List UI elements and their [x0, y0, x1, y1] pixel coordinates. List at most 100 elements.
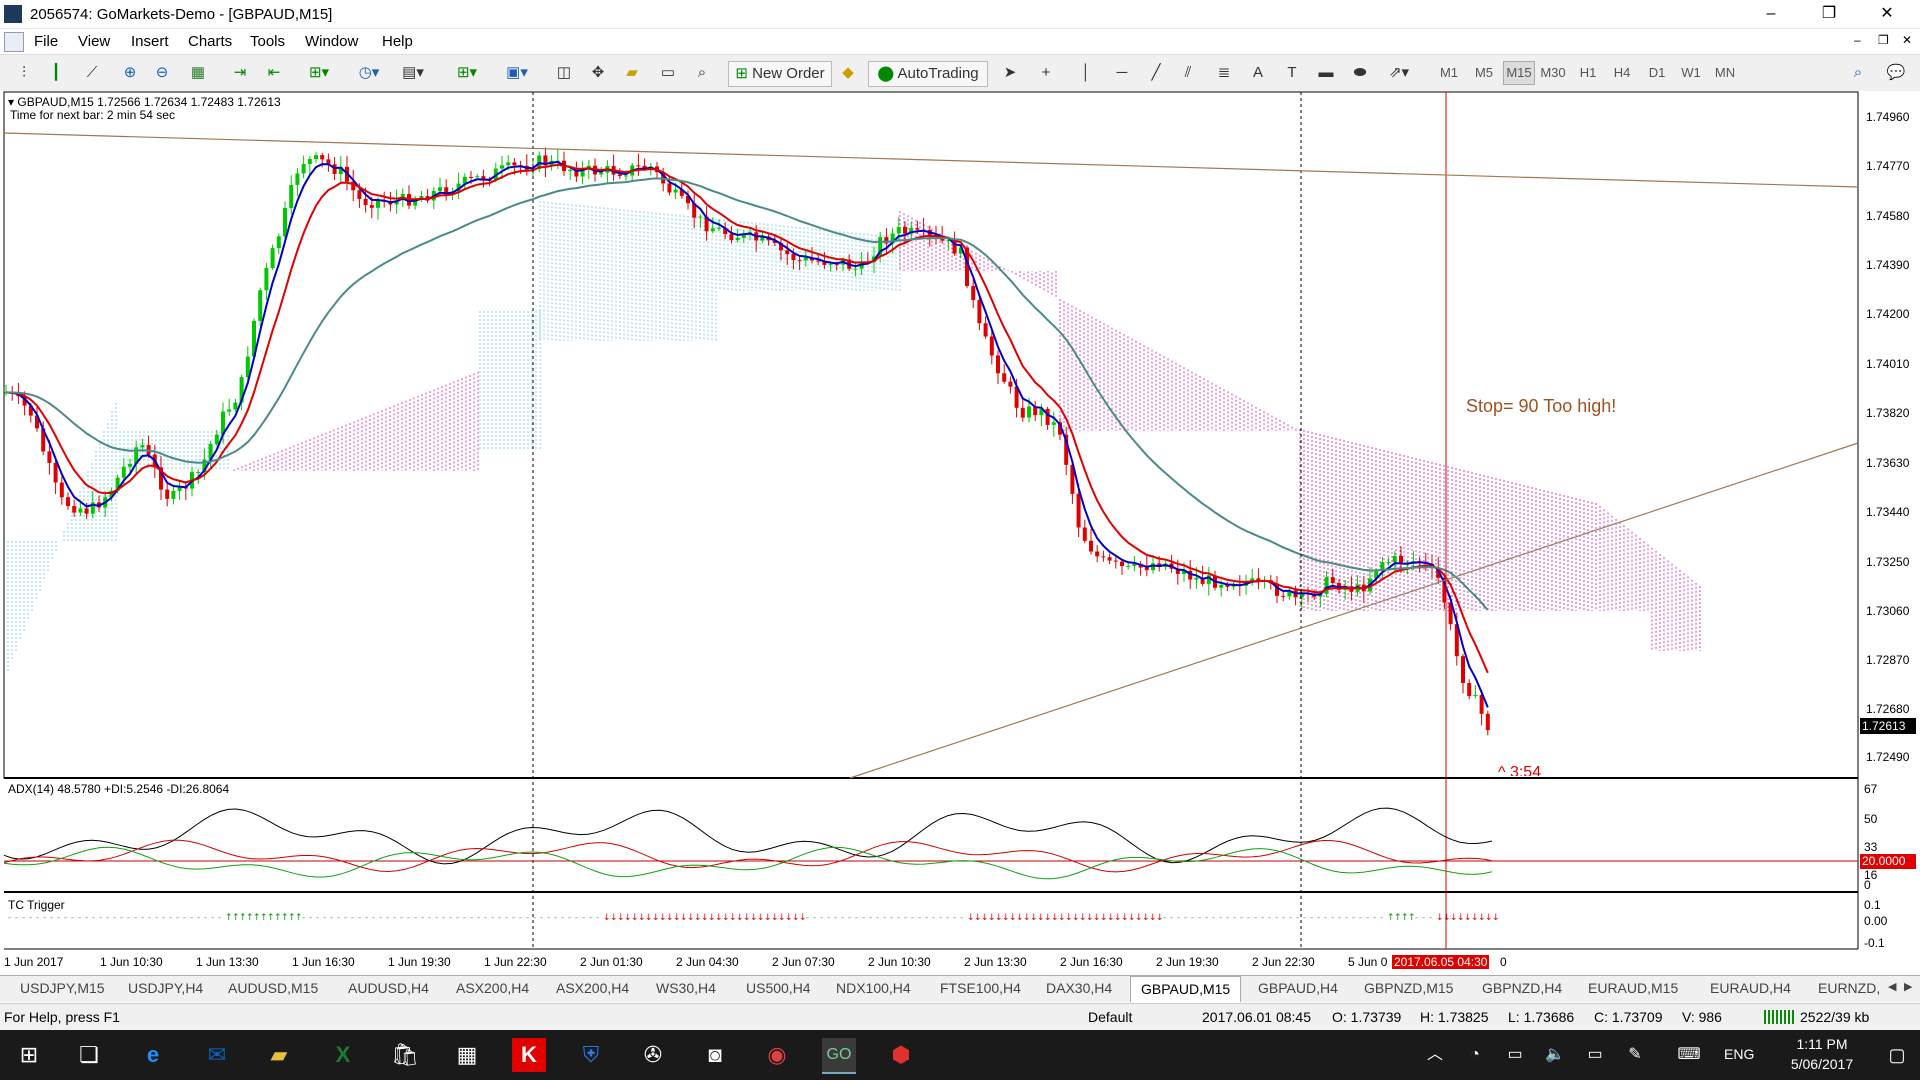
camera-icon[interactable]: ◙	[698, 1038, 732, 1072]
tab-us500-h4[interactable]: US500,H4	[746, 980, 811, 996]
outlook-icon[interactable]: ✉	[200, 1038, 234, 1072]
bar-chart-icon[interactable]: ⫶	[12, 61, 36, 85]
timeframe-d1[interactable]: D1	[1642, 61, 1672, 85]
metaeditor-icon[interactable]: ◆	[836, 61, 860, 85]
windows-start-icon[interactable]: ⊞	[12, 1038, 46, 1072]
timeframe-h4[interactable]: H4	[1607, 61, 1637, 85]
tab-audusd-h4[interactable]: AUDUSD,H4	[348, 980, 429, 996]
folder-icon[interactable]: ▰	[620, 61, 644, 85]
menu-insert[interactable]: Insert	[131, 33, 169, 50]
arrows-icon[interactable]: ⇗▾	[1382, 61, 1416, 85]
tab-scroll-right-icon[interactable]: ▶	[1904, 980, 1912, 993]
wifi-icon[interactable]: ◔	[1458, 1038, 1492, 1072]
ellipse-icon[interactable]: ⬬	[1348, 61, 1372, 85]
autotrading-button[interactable]: ⬤ AutoTrading	[868, 61, 988, 87]
tab-euraud-h4[interactable]: EURAUD,H4	[1710, 980, 1791, 996]
stop-annotation[interactable]: Stop= 90 Too high!	[1466, 396, 1616, 417]
minimize-button[interactable]: –	[1748, 0, 1794, 28]
line-chart-icon[interactable]: ⟋	[80, 61, 104, 85]
close-button[interactable]: ✕	[1864, 0, 1910, 28]
tab-euraud-m15[interactable]: EURAUD,M15	[1588, 980, 1678, 996]
tab-ftse100-h4[interactable]: FTSE100,H4	[940, 980, 1021, 996]
timeframe-h1[interactable]: H1	[1573, 61, 1603, 85]
excel-icon[interactable]: X	[326, 1038, 360, 1072]
market-watch-icon[interactable]: ◫	[552, 61, 576, 85]
battery-icon[interactable]: ▭	[1578, 1038, 1612, 1072]
mdi-minimize-button[interactable]: –	[1854, 33, 1861, 47]
crosshair-icon[interactable]: +	[1034, 61, 1058, 85]
menu-charts[interactable]: Charts	[188, 33, 232, 50]
notifications-icon[interactable]: ▢	[1880, 1038, 1914, 1072]
vertical-line-icon[interactable]: │	[1074, 61, 1098, 85]
gomarkets-terminal-icon[interactable]: GO	[822, 1038, 856, 1074]
cursor-icon[interactable]: ➤	[998, 61, 1022, 85]
menu-tools[interactable]: Tools	[250, 33, 285, 50]
chrome-icon[interactable]: ◉	[760, 1038, 794, 1072]
mdi-close-button[interactable]: ✕	[1902, 33, 1912, 47]
security-shield-icon[interactable]: ⛨	[574, 1038, 608, 1072]
new-chart-icon[interactable]: ⊞▾	[450, 61, 484, 85]
zoom-in-icon[interactable]: ⊕	[118, 61, 142, 85]
templates-icon[interactable]: ▤▾	[396, 61, 430, 85]
new-order-button[interactable]: ⊞ New Order	[728, 61, 832, 87]
tab-ndx100-h4[interactable]: NDX100,H4	[836, 980, 911, 996]
tab-usdjpy-m15[interactable]: USDJPY,M15	[20, 980, 105, 996]
keyboard-icon[interactable]: ⌨	[1672, 1038, 1706, 1072]
restore-button[interactable]: ❐	[1806, 0, 1852, 28]
chart-window-icon[interactable]	[4, 32, 24, 52]
tab-usdjpy-h4[interactable]: USDJPY,H4	[128, 980, 203, 996]
collapse-icon[interactable]: ▾	[8, 95, 17, 109]
task-view-icon[interactable]: ❏	[72, 1038, 106, 1072]
chat-icon[interactable]: 💬	[1882, 61, 1910, 85]
tab-gbpnzd-h4[interactable]: GBPNZD,H4	[1482, 980, 1562, 996]
tab-asx200-h4-2[interactable]: ASX200,H4	[556, 980, 629, 996]
zoom-out-icon[interactable]: ⊖	[150, 61, 174, 85]
tab-gbpnzd-m15[interactable]: GBPNZD,M15	[1364, 980, 1453, 996]
rectangle-icon[interactable]: ▬	[1314, 61, 1338, 85]
tab-asx200-h4[interactable]: ASX200,H4	[456, 980, 529, 996]
taskbar-time[interactable]: 1:11 PM	[1784, 1036, 1860, 1052]
timeframe-w1[interactable]: W1	[1676, 61, 1706, 85]
tile-windows-icon[interactable]: ▦	[186, 61, 210, 85]
metatrader-icon[interactable]: ⬢	[884, 1038, 918, 1072]
autoscroll-icon[interactable]: ⇤	[262, 61, 286, 85]
pen-icon[interactable]: ✎	[1618, 1038, 1652, 1072]
timeframe-m30[interactable]: M30	[1538, 61, 1568, 85]
horizontal-line-icon[interactable]: ─	[1110, 61, 1134, 85]
text-label-icon[interactable]: T	[1280, 61, 1304, 85]
tab-scroll-left-icon[interactable]: ◀	[1888, 980, 1896, 993]
tab-ws30-h4[interactable]: WS30,H4	[656, 980, 716, 996]
search-icon[interactable]: ⌕	[1846, 61, 1870, 85]
profiles-icon[interactable]: ▣▾	[500, 61, 534, 85]
menu-window[interactable]: Window	[305, 33, 358, 50]
strategy-tester-icon[interactable]: ⌕	[690, 61, 714, 85]
tab-gbpaud-m15[interactable]: GBPAUD,M15	[1130, 976, 1242, 1002]
tab-eurnzd[interactable]: EURNZD,	[1818, 980, 1886, 996]
language-indicator[interactable]: ENG	[1724, 1046, 1754, 1062]
tray-chevron-icon[interactable]: ︿	[1418, 1038, 1452, 1072]
menu-file[interactable]: File	[34, 33, 58, 50]
calculator-icon[interactable]: ▦	[450, 1038, 484, 1072]
volume-icon[interactable]: 🔈	[1538, 1038, 1572, 1072]
network-icon[interactable]: ▭	[1498, 1038, 1532, 1072]
timeframe-m5[interactable]: M5	[1469, 61, 1499, 85]
indicators-icon[interactable]: ⊞▾	[302, 61, 336, 85]
menu-help[interactable]: Help	[382, 33, 413, 50]
text-icon[interactable]: A	[1246, 61, 1270, 85]
satellite-icon[interactable]: ✇	[636, 1038, 670, 1072]
fibonacci-icon[interactable]: ≣	[1212, 61, 1236, 85]
kaspersky-icon[interactable]: K	[512, 1038, 546, 1072]
menu-view[interactable]: View	[78, 33, 110, 50]
tab-dax30-h4[interactable]: DAX30,H4	[1046, 980, 1112, 996]
file-explorer-icon[interactable]: ▰	[262, 1038, 296, 1072]
timeframe-m1[interactable]: M1	[1434, 61, 1464, 85]
taskbar-date[interactable]: 5/06/2017	[1774, 1056, 1870, 1072]
store-icon[interactable]: 🛍	[388, 1038, 422, 1072]
mdi-restore-button[interactable]: ❐	[1878, 33, 1889, 47]
crosshair-navigator-icon[interactable]: ✥	[586, 61, 610, 85]
trendline-icon[interactable]: ╱	[1144, 61, 1168, 85]
tab-gbpaud-h4[interactable]: GBPAUD,H4	[1258, 980, 1338, 996]
connection-status-icon[interactable]	[1764, 1010, 1796, 1024]
channel-icon[interactable]: ⫽	[1176, 61, 1200, 85]
periods-icon[interactable]: ◷▾	[352, 61, 386, 85]
